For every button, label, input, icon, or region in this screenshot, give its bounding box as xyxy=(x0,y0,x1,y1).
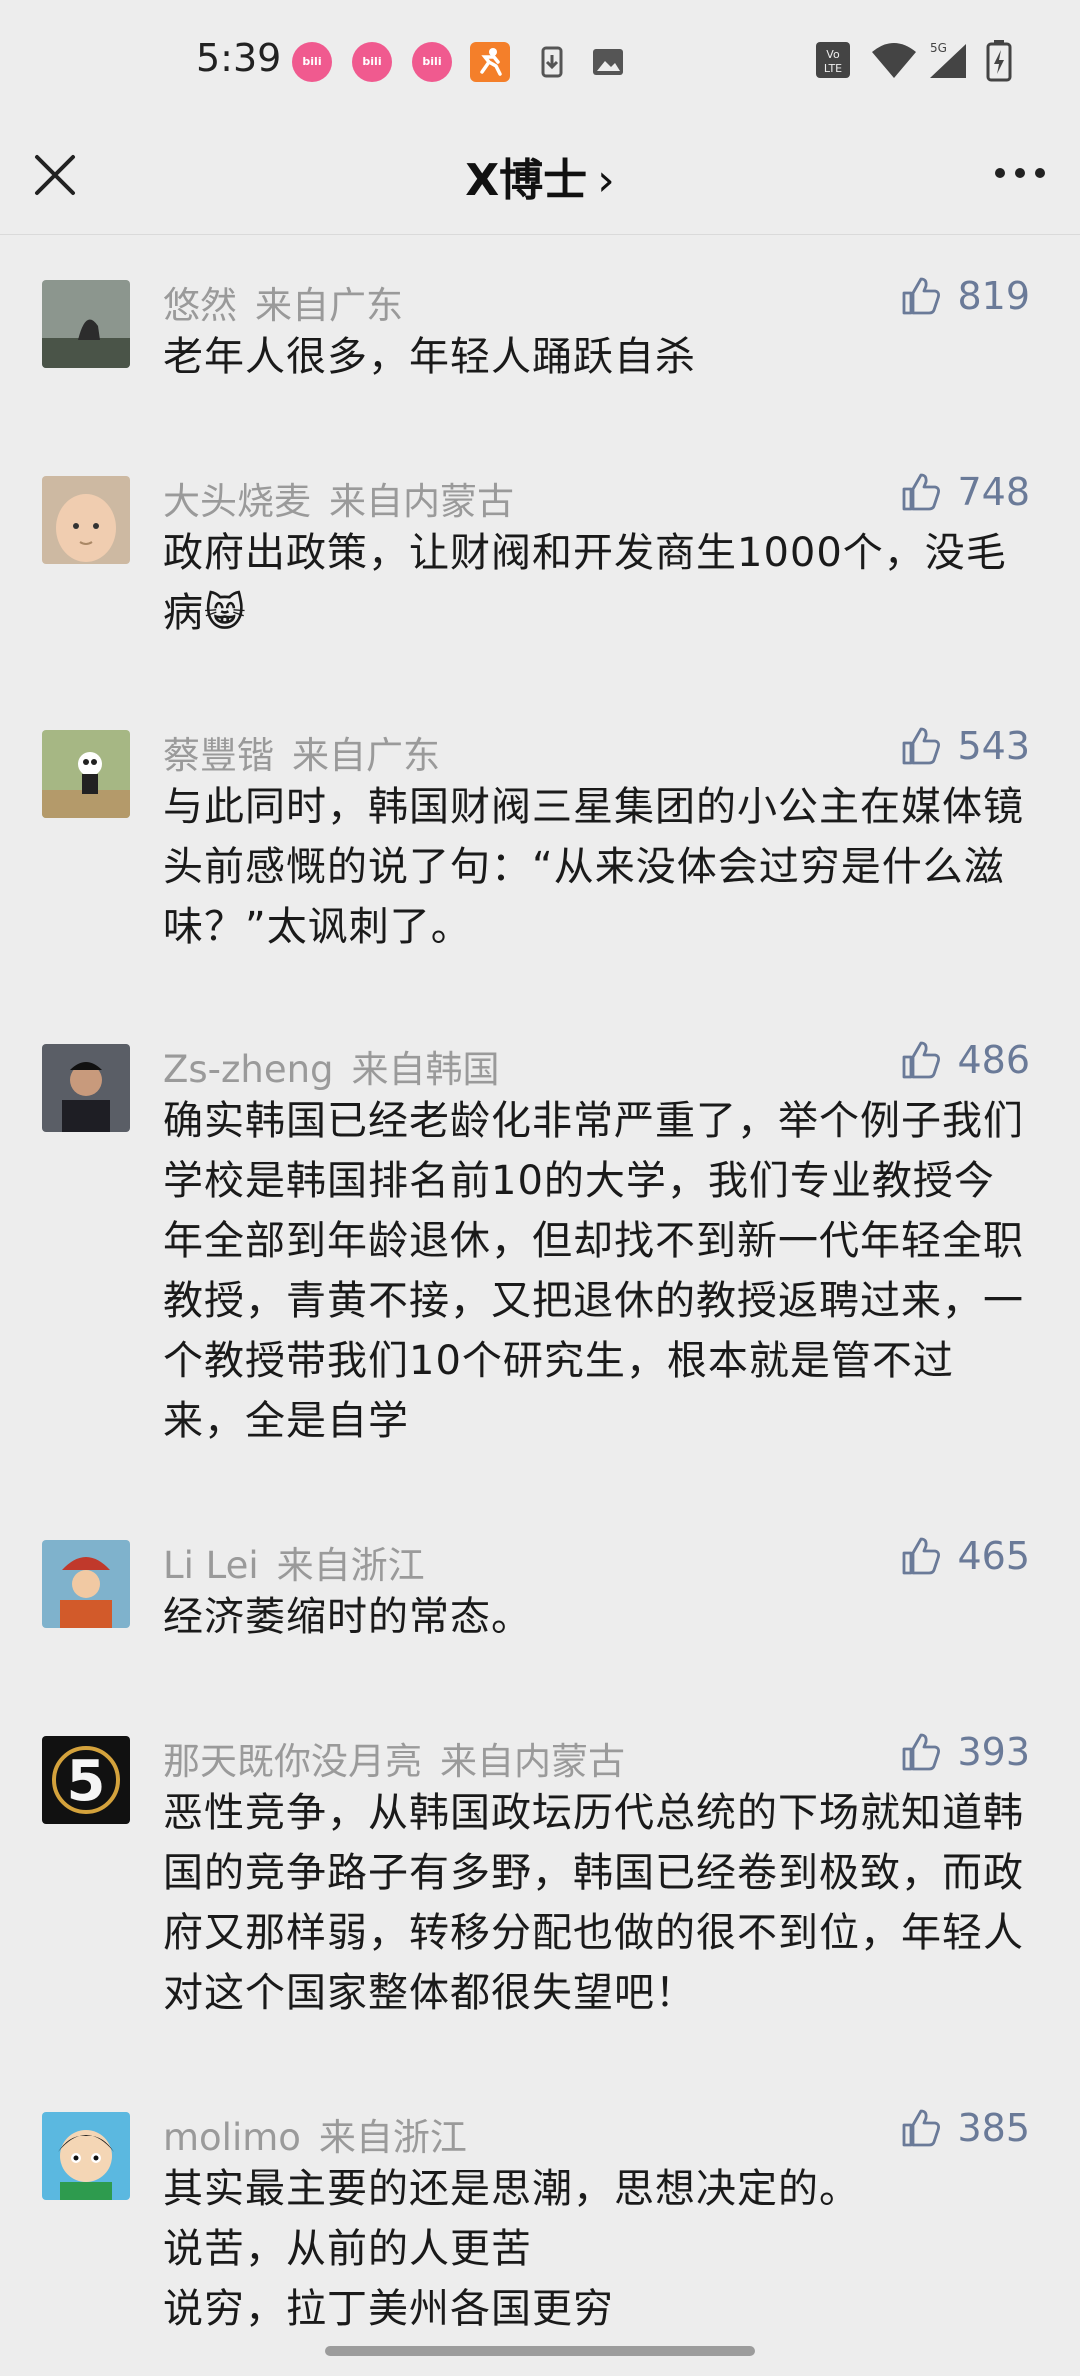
comment-username[interactable]: Li Lei xyxy=(163,1544,259,1587)
download-icon xyxy=(532,42,572,82)
comment-username[interactable]: 大头烧麦 xyxy=(163,480,311,523)
bilibili-icon: bili xyxy=(412,42,452,82)
comment-location: 来自广东 xyxy=(292,734,440,777)
cellular-signal-icon: 5G xyxy=(924,38,972,86)
like-button[interactable]: 748 xyxy=(899,469,1030,515)
comment-location: 来自浙江 xyxy=(276,1544,425,1587)
like-button[interactable]: 486 xyxy=(899,1037,1030,1083)
comment-text: 确实韩国已经老龄化非常严重了，举个例子我们学校是韩国排名前10的大学，我们专业教… xyxy=(163,1098,1024,1444)
like-count: 543 xyxy=(957,724,1030,768)
avatar[interactable] xyxy=(42,2112,130,2200)
thumbs-up-icon xyxy=(903,473,941,511)
thumbs-up-icon xyxy=(903,2109,941,2147)
like-button[interactable]: 385 xyxy=(899,2105,1030,2151)
comment-meta: molimo 来自浙江 xyxy=(163,2107,467,2161)
page-title: X博士 xyxy=(465,155,588,206)
comment-meta: 那天既你没月亮 来自内蒙古 xyxy=(163,1731,625,1785)
comment-meta: Li Lei 来自浙江 xyxy=(163,1535,425,1589)
network-type: 5G xyxy=(930,41,947,55)
cat-emoji-icon: 😸 xyxy=(204,590,247,636)
comment-text: 与此同时，韩国财阀三星集团的小公主在媒体镜头前感慨的说了句：“从来没体会过穷是什… xyxy=(163,784,1024,950)
like-button[interactable]: 465 xyxy=(899,1533,1030,1579)
like-count: 385 xyxy=(957,2106,1030,2150)
page-title-button[interactable]: X博士 › xyxy=(0,144,1080,208)
comment-username[interactable]: molimo xyxy=(163,2116,301,2159)
svg-text:Vo: Vo xyxy=(826,48,840,61)
status-time: 5:39 xyxy=(196,36,282,80)
comment-username[interactable]: 蔡豐锴 xyxy=(163,734,274,777)
avatar-number: 5 xyxy=(67,1749,106,1814)
thumbs-up-icon xyxy=(903,1733,941,1771)
comment-meta: Zs-zheng 来自韩国 xyxy=(163,1039,500,1093)
like-count: 393 xyxy=(957,1730,1030,1774)
comments-page: 5:39 bili bili bili Vo LTE 5G X博士 › 悠然 来… xyxy=(0,0,1080,2376)
comment-text-content: 政府出政策，让财阀和开发商生1000个，没毛病 xyxy=(163,530,1007,636)
battery-icon xyxy=(984,38,1014,86)
like-count: 486 xyxy=(957,1038,1030,1082)
avatar[interactable] xyxy=(42,476,130,564)
bilibili-icon: bili xyxy=(352,42,392,82)
comment-location: 来自浙江 xyxy=(318,2116,467,2159)
comment-text: 其实最主要的还是思潮，思想决定的。 说苦，从前的人更苦 说穷，拉丁美州各国更穷 xyxy=(163,2166,860,2332)
bilibili-icon: bili xyxy=(292,42,332,82)
comment-text: 经济萎缩时的常态。 xyxy=(163,1594,532,1640)
more-icon xyxy=(995,168,1045,178)
more-options-button[interactable] xyxy=(990,158,1050,188)
wifi-icon xyxy=(870,38,918,86)
thumbs-up-icon xyxy=(903,277,941,315)
thumbs-up-icon xyxy=(903,1537,941,1575)
comment-text: 恶性竞争，从韩国政坛历代总统的下场就知道韩国的竞争路子有多野，韩国已经卷到极致，… xyxy=(163,1790,1024,2016)
comment-location: 来自广东 xyxy=(255,284,403,327)
thumbs-up-icon xyxy=(903,1041,941,1079)
comment-text: 老年人很多，年轻人踊跃自杀 xyxy=(163,334,696,380)
comment-location: 来自内蒙古 xyxy=(329,480,514,523)
home-indicator[interactable] xyxy=(325,2346,755,2356)
like-button[interactable]: 543 xyxy=(899,723,1030,769)
like-count: 465 xyxy=(957,1534,1030,1578)
comment-meta: 大头烧麦 来自内蒙古 xyxy=(163,471,514,525)
comment-location: 来自韩国 xyxy=(351,1048,500,1091)
like-button[interactable]: 819 xyxy=(899,273,1030,319)
chevron-right-icon: › xyxy=(597,155,615,206)
status-bar: 5:39 bili bili bili Vo LTE 5G xyxy=(0,0,1080,120)
comment-location: 来自内蒙古 xyxy=(440,1740,625,1783)
avatar[interactable] xyxy=(42,280,130,368)
nav-bar: X博士 › xyxy=(0,120,1080,235)
avatar[interactable] xyxy=(42,1044,130,1132)
image-icon xyxy=(588,42,628,82)
comment-meta: 蔡豐锴 来自广东 xyxy=(163,725,440,779)
comment-username[interactable]: Zs-zheng xyxy=(163,1048,334,1091)
thumbs-up-icon xyxy=(903,727,941,765)
runner-app-icon xyxy=(470,42,510,82)
avatar[interactable]: 5 xyxy=(42,1736,130,1824)
comment-username[interactable]: 那天既你没月亮 xyxy=(163,1740,422,1783)
volte-icon: Vo LTE xyxy=(814,38,854,86)
like-button[interactable]: 393 xyxy=(899,1729,1030,1775)
comment-meta: 悠然 来自广东 xyxy=(163,275,403,329)
comment-username[interactable]: 悠然 xyxy=(163,284,237,327)
like-count: 819 xyxy=(957,274,1030,318)
comment-text: 政府出政策，让财阀和开发商生1000个，没毛病😸 xyxy=(163,523,1033,643)
avatar[interactable] xyxy=(42,730,130,818)
avatar[interactable] xyxy=(42,1540,130,1628)
like-count: 748 xyxy=(957,470,1030,514)
svg-text:LTE: LTE xyxy=(824,62,842,75)
